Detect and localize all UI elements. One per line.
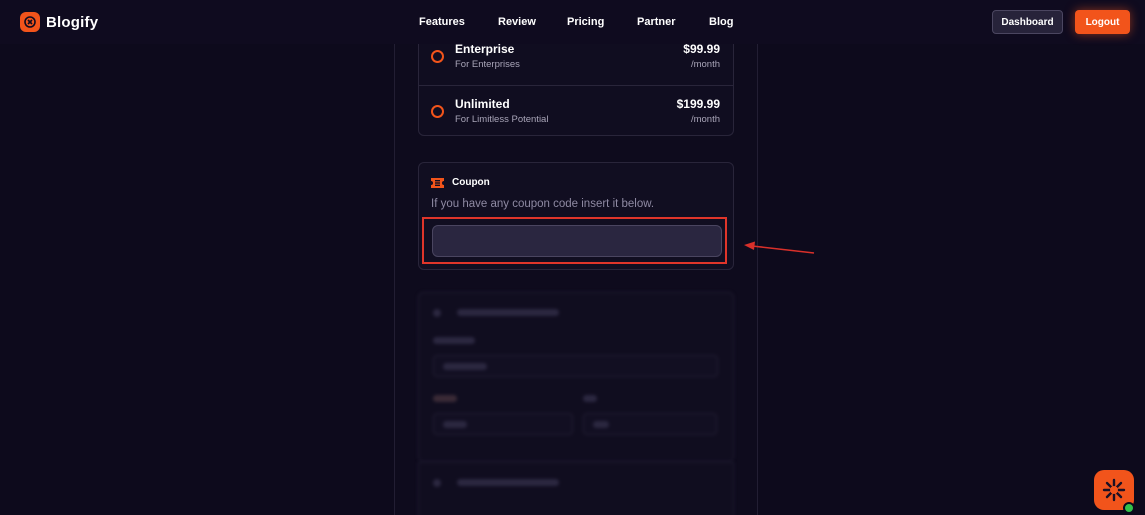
radio-unchecked-icon[interactable] xyxy=(431,105,444,118)
plan-period: /month xyxy=(690,114,720,125)
blurred-bar xyxy=(583,395,597,402)
plan-price: $199.99 xyxy=(676,97,720,111)
online-status-dot xyxy=(1123,502,1135,514)
brand[interactable]: Blogify xyxy=(20,12,98,32)
blurred-dot xyxy=(433,309,441,317)
coupon-input-highlight xyxy=(422,217,727,264)
top-navbar: Blogify Features Review Pricing Partner … xyxy=(0,0,1145,44)
plan-period: /month xyxy=(690,59,720,70)
plan-list: Enterprise For Enterprises $99.99 /month… xyxy=(418,30,734,136)
brand-logo-icon xyxy=(20,12,40,32)
page: Blogify Features Review Pricing Partner … xyxy=(0,0,1145,515)
nav-link-features[interactable]: Features xyxy=(419,16,465,28)
blurred-payment-section xyxy=(418,292,734,462)
blurred-section xyxy=(418,462,734,515)
nav-link-pricing[interactable]: Pricing xyxy=(567,16,604,28)
plan-option-unlimited[interactable]: Unlimited For Limitless Potential $199.9… xyxy=(419,86,733,136)
ticket-icon xyxy=(431,177,444,188)
blurred-bar xyxy=(593,421,609,428)
plan-name: Unlimited xyxy=(455,97,510,111)
plan-subtitle: For Limitless Potential xyxy=(455,114,549,125)
plan-subtitle: For Enterprises xyxy=(455,59,520,70)
blurred-bar xyxy=(457,309,559,316)
nav-link-blog[interactable]: Blog xyxy=(709,16,733,28)
coupon-code-input[interactable] xyxy=(432,225,722,257)
coupon-header: Coupon xyxy=(431,177,490,188)
blurred-bar xyxy=(457,479,559,486)
coupon-title: Coupon xyxy=(452,177,490,188)
blurred-bar xyxy=(433,395,457,402)
logout-button[interactable]: Logout xyxy=(1075,10,1130,34)
coupon-card: Coupon If you have any coupon code inser… xyxy=(418,162,734,270)
plan-name: Enterprise xyxy=(455,42,515,56)
dashboard-button[interactable]: Dashboard xyxy=(992,10,1063,34)
radio-unchecked-icon[interactable] xyxy=(431,50,444,63)
nav-link-partner[interactable]: Partner xyxy=(637,16,676,28)
coupon-description: If you have any coupon code insert it be… xyxy=(431,198,655,210)
blurred-bar xyxy=(433,337,475,344)
blurred-bar xyxy=(443,421,467,428)
plan-price: $99.99 xyxy=(683,42,720,56)
annotation-arrow-icon xyxy=(744,241,815,254)
nav-link-review[interactable]: Review xyxy=(498,16,536,28)
blurred-dot xyxy=(433,479,441,487)
brand-name: Blogify xyxy=(46,13,99,31)
blurred-bar xyxy=(443,363,487,370)
